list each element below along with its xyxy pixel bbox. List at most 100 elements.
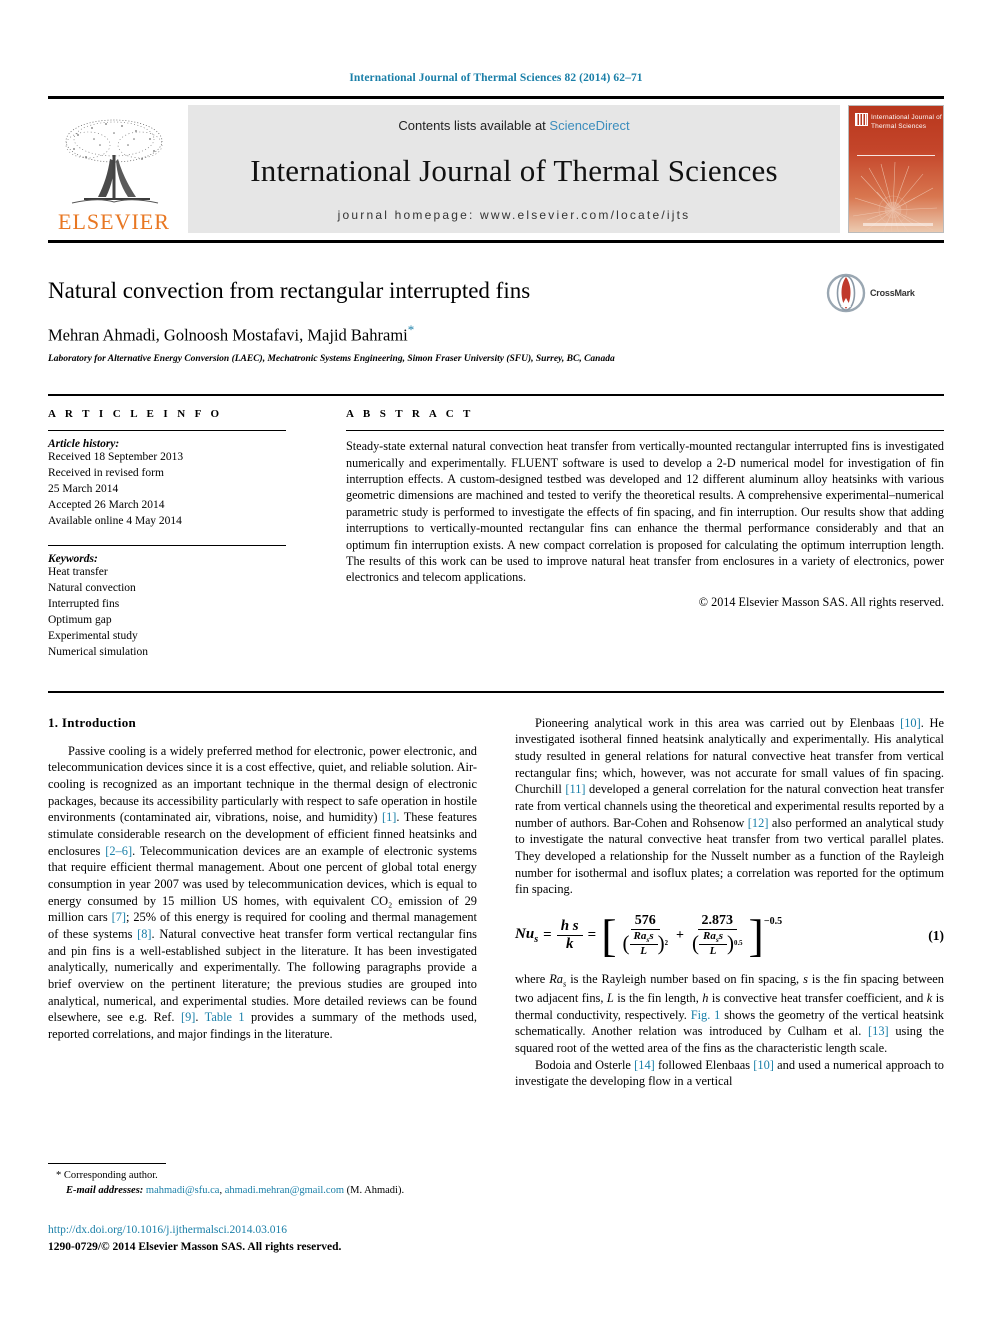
keyword-item: Natural convection [48,582,136,595]
article-history-label: Article history: [48,438,120,451]
keywords-rule [48,545,286,547]
article-history-item: Received in revised form [48,466,164,479]
eq-right-bracket: ] [748,909,764,961]
right-column: Pioneering analytical work in this area … [515,715,944,1091]
body-top-rule [48,690,944,693]
eq-equals-2: = [587,927,597,944]
keyword-item: Heat transfer [48,566,108,579]
eq-term1-numerator: 576 [630,913,660,930]
crossmark-icon [826,273,866,313]
paragraph-where-definitions: where Ras is the Rayleigh number based o… [515,971,944,1057]
text-run: Bodoia and Osterle [535,1057,635,1072]
corresponding-author-note: * Corresponding author. E-mail addresses… [48,1169,477,1198]
keyword-item: Numerical simulation [48,645,148,658]
email-owner: (M. Ahmadi). [344,1184,405,1196]
cover-title-text: International Journal of Thermal Science… [871,114,942,130]
crossmark-badge[interactable]: CrossMark [826,269,944,317]
figure-1-link[interactable]: Fig. 1 [691,1008,721,1022]
citation-ref-10b[interactable]: [10] [753,1058,774,1072]
abstract-copyright: © 2014 Elsevier Masson SAS. All rights r… [698,594,944,609]
cover-footer-bar [863,223,933,226]
text-run: followed Elenbaas [654,1057,754,1072]
page-title: Natural convection from rectangular inte… [48,278,531,303]
article-history-item: Accepted 26 March 2014 [48,498,165,511]
sym-Ra: Ra [549,972,563,987]
citation-ref-1[interactable]: [1] [382,810,396,824]
author-list: Mehran Ahmadi, Golnoosh Mostafavi, Majid… [48,322,944,346]
eq-term1-denominator: ( Rass L ) 2 [622,929,668,957]
footnote-region: * Corresponding author. E-mail addresses… [48,1163,477,1198]
journal-title: International Journal of Thermal Science… [250,152,778,188]
citation-ref-13[interactable]: [13] [868,1024,889,1038]
abstract-heading: A B S T R A C T [346,408,474,421]
elsevier-wordmark: ELSEVIER [58,209,170,234]
section-heading-introduction: 1. Introduction [48,714,137,730]
eq-left-bracket: [ [601,909,617,961]
sciencedirect-link[interactable]: ScienceDirect [549,118,629,133]
info-abstract-region: A R T I C L E I N F O Article history: R… [48,394,944,660]
citation-ref-10[interactable]: [10] [900,716,921,730]
eq-inner-sum: 576 ( Rass L ) 2 + 2.873 (Rass L) 0.5 [617,913,749,957]
eq-frac-denominator: k [565,935,574,952]
body-two-column-layout: 1. Introduction Passive cooling is a wid… [48,715,944,1091]
eq-frac-numerator: h s [556,918,583,936]
keyword-item: Experimental study [48,629,138,642]
eq-L-2: L [709,944,717,957]
eq-ra-2: Ra [702,929,716,942]
elsevier-tree-icon [65,119,163,204]
citation-ref-7[interactable]: [7] [112,910,126,924]
eq-hs-over-k: h s k [556,918,583,953]
equation-1-number: (1) [928,927,944,943]
journal-masthead: ELSEVIER Contents lists available at Sci… [48,96,944,233]
email-line: E-mail addresses: mahmadi@sfu.ca, ahmadi… [48,1184,477,1199]
crossmark-label: CrossMark [870,288,915,298]
citation-ref-11[interactable]: [11] [565,782,585,796]
paragraph-intro: Passive cooling is a widely preferred me… [48,743,477,1043]
left-column: 1. Introduction Passive cooling is a wid… [48,715,477,1091]
citation-ref-9[interactable]: [9] [181,1010,195,1024]
table-1-link[interactable]: Table 1 [205,1010,245,1024]
article-history-item: Available online 4 May 2014 [48,514,182,527]
citation-ref-12[interactable]: [12] [748,816,769,830]
eq-ra-1: Ra [633,929,647,942]
text-run: Pioneering analytical work in this area … [535,715,901,730]
text-run: . [195,1010,205,1025]
abstract-column: A B S T R A C T Steady-state external na… [308,408,944,660]
journal-homepage-link[interactable]: journal homepage: www.elsevier.com/locat… [338,208,691,222]
email-address-2[interactable]: ahmadi.mehran@gmail.com [225,1185,344,1196]
corresponding-author-line: * Corresponding author. [56,1170,158,1181]
eq-equals-1: = [543,927,552,944]
author-names: Mehran Ahmadi, Golnoosh Mostafavi, Majid… [48,325,408,345]
keywords-label: Keywords: [48,553,98,566]
eq-term-1: 576 ( Rass L ) 2 [619,913,672,957]
keyword-item: Interrupted fins [48,598,120,611]
doi-link[interactable]: http://dx.doi.org/10.1016/j.ijthermalsci… [48,1222,548,1239]
eq-s-1: s [649,929,654,942]
abstract-text: Steady-state external natural convection… [346,439,944,585]
citation-ref-14[interactable]: [14] [634,1058,655,1072]
keyword-item: Optimum gap [48,613,112,626]
cover-divider [857,155,935,156]
footnote-divider [48,1163,166,1164]
text-run: is the fin length, [613,991,703,1006]
text-run: is convective heat transfer coefficient,… [708,991,927,1006]
eq-term2-exponent: 0.5 [734,940,743,948]
article-history-item: 25 March 2014 [48,482,119,495]
text-run: where [515,972,550,987]
email-label: E-mail addresses: [66,1184,144,1196]
imprint-block: http://dx.doi.org/10.1016/j.ijthermalsci… [48,1222,548,1255]
eq-term2-numerator: 2.873 [697,913,738,930]
citation-ref-8[interactable]: [8] [137,927,151,941]
equation-1-block: Nus = h s k = [ 576 (Rass L) 2 + 2.873… [515,909,944,961]
cover-artwork [852,161,938,232]
article-history-item: Received 18 September 2013 [48,451,184,464]
email-address-1[interactable]: mahmadi@sfu.ca [146,1185,220,1196]
eq-term-2: 2.873 ( Rass L ) 0.5 [688,913,747,957]
eq-term2-denominator: ( Rass L ) 0.5 [691,929,743,957]
eq-bracket-group: [ 576 ( Rass L) 2 + 2.873 (Rass L) 0.… [601,909,782,961]
citation-ref-2-6[interactable]: [2–6] [105,844,132,858]
elsevier-logo: ELSEVIER [48,105,180,233]
affiliation: Laboratory for Alternative Energy Conver… [48,354,615,365]
eq-s-2: s [718,929,724,942]
